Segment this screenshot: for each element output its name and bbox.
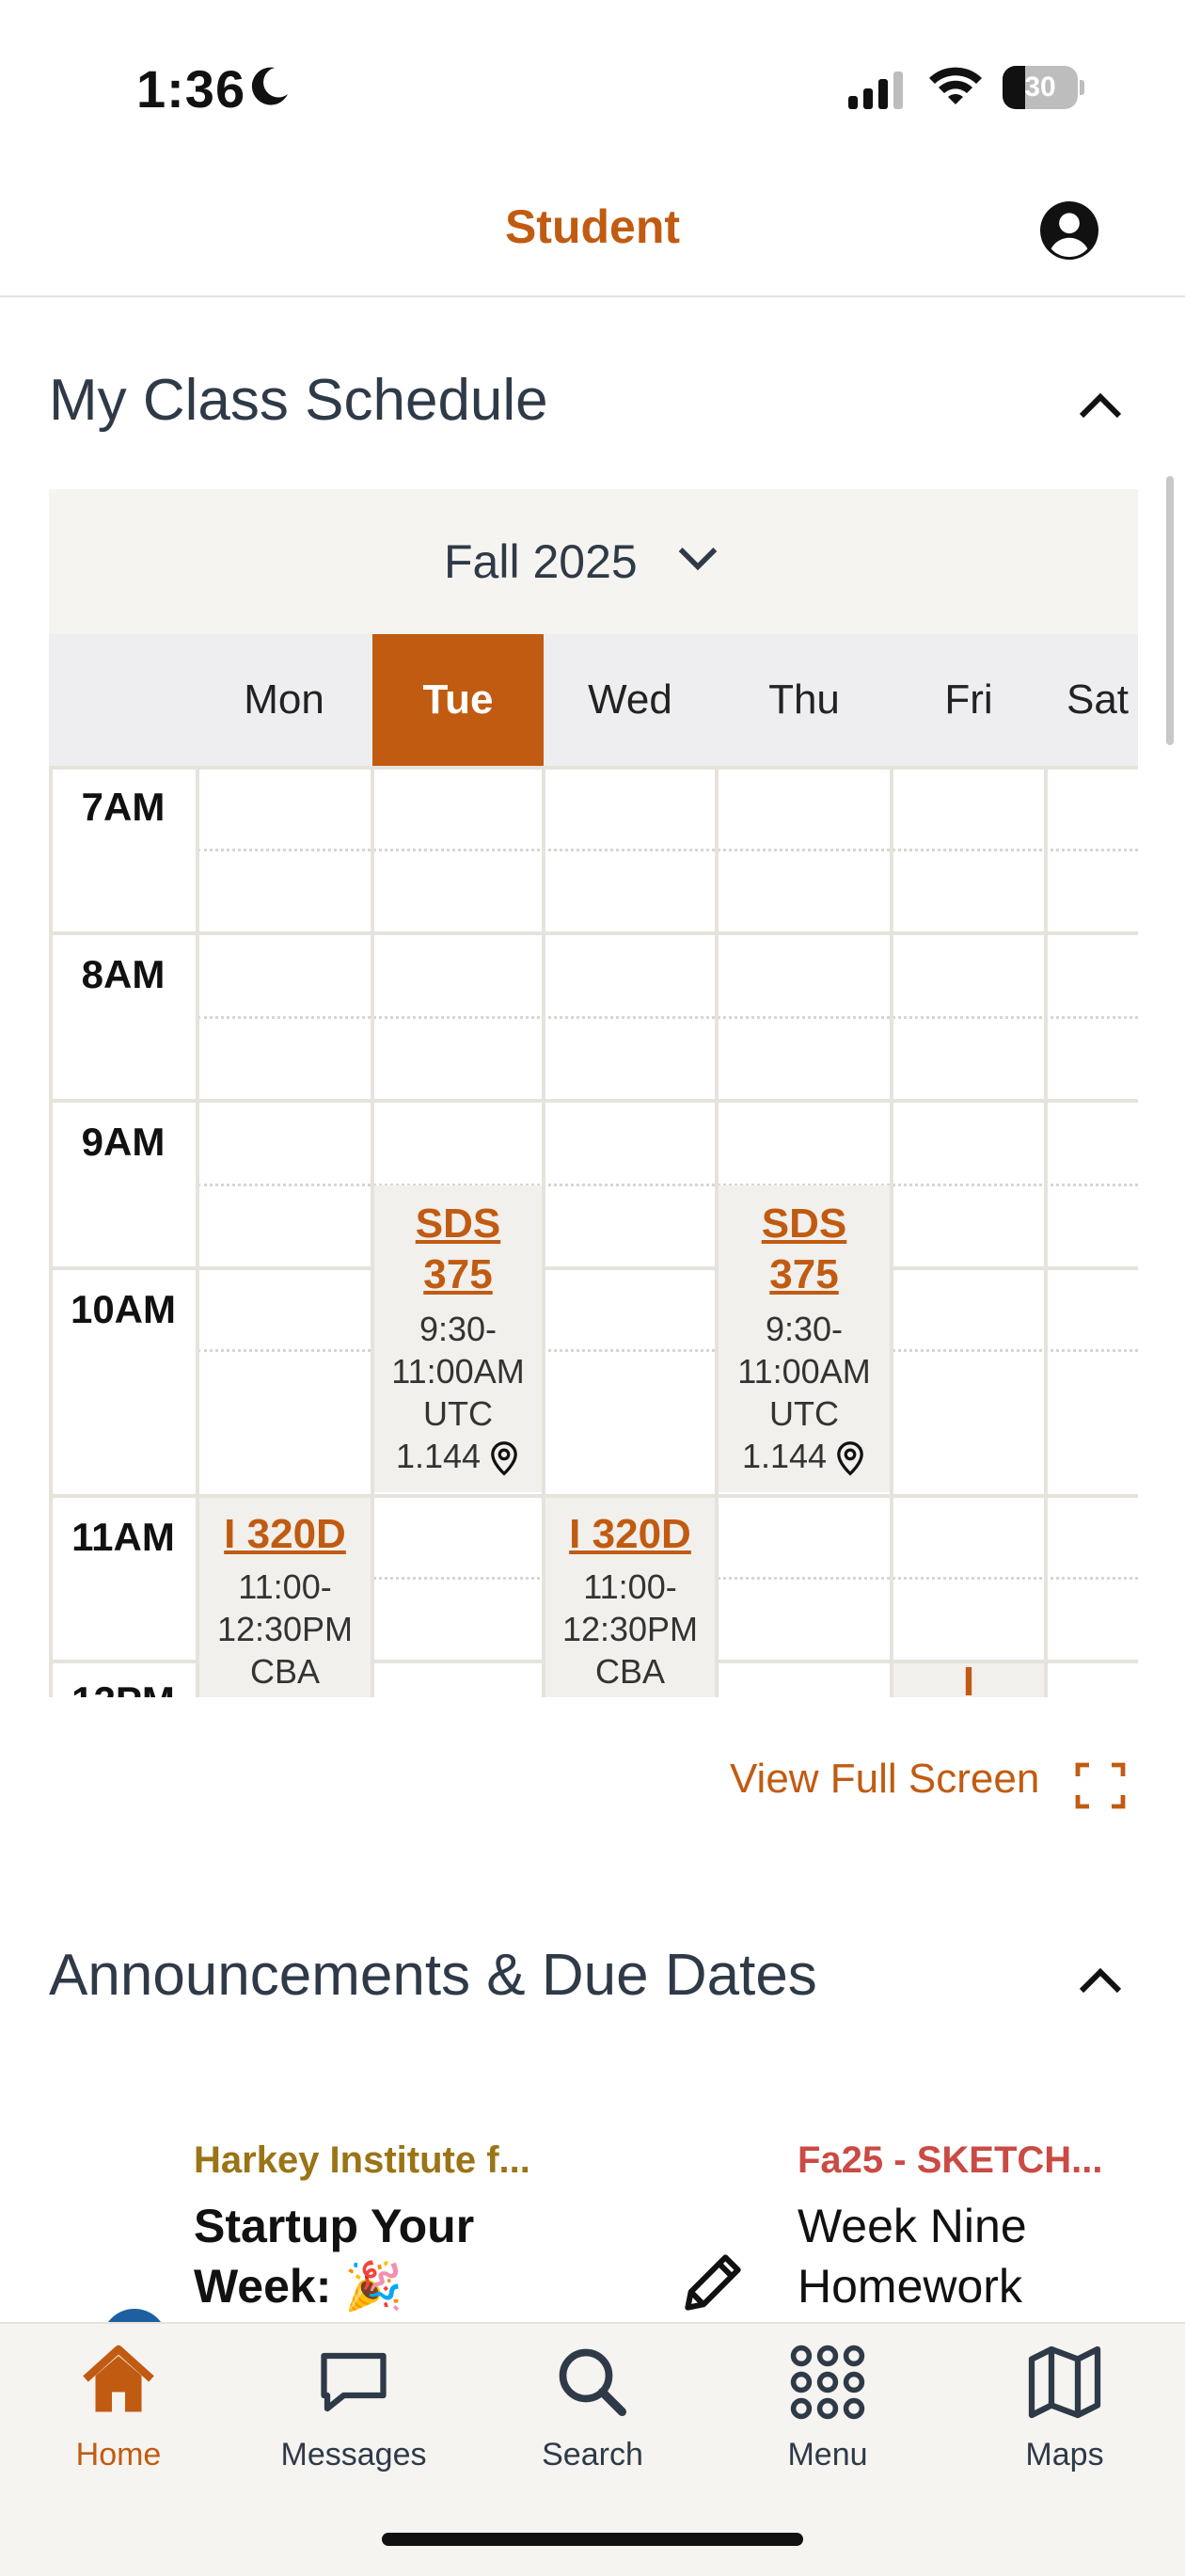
event-title[interactable]: I 320D <box>545 1509 715 1560</box>
hour-label: 7AM <box>81 785 166 829</box>
event-time: 11:00AM <box>737 1352 871 1391</box>
pencil-icon <box>685 2254 741 2311</box>
event-room-number: 1.144 <box>395 1437 482 1475</box>
moon-icon <box>251 67 288 105</box>
event-room-number: 1.144 <box>741 1437 828 1475</box>
class-event-sds375-thu[interactable]: SDS 375 9:30- 11:00AM UTC 1.144 <box>719 1185 890 1492</box>
view-full-screen-link[interactable]: View Full Screen <box>730 1756 1039 1803</box>
event-room: 1.144 <box>374 1435 542 1477</box>
term-label: Fall 2025 <box>444 535 638 588</box>
nav-menu[interactable]: Menu <box>734 2343 922 2473</box>
messages-icon <box>321 2352 387 2412</box>
schedule-scrollbar[interactable] <box>1166 476 1174 745</box>
event-building: CBA <box>249 1652 321 1691</box>
schedule-section-title: My Class Schedule <box>49 368 548 433</box>
battery-icon: 30 <box>1003 66 1084 109</box>
event-building: CBA <box>594 1652 666 1691</box>
app-header: Student <box>0 169 1185 297</box>
location-pin-icon[interactable] <box>488 1440 520 1476</box>
map-icon <box>1028 2345 1101 2419</box>
weekday-header: Mon Tue Wed Thu Fri Sat <box>49 634 1138 766</box>
page-title: Student <box>504 200 681 253</box>
announcement-title[interactable]: Startup Your Week: 🎉 <box>194 2196 589 2316</box>
assignment-title[interactable]: Week Nine Homework <box>798 2196 1174 2316</box>
event-time: 12:30PM <box>561 1610 699 1648</box>
event-title[interactable]: SDS <box>374 1199 542 1249</box>
hour-label: 10AM <box>70 1287 177 1331</box>
event-time: 9:30- <box>765 1310 844 1348</box>
event-title[interactable]: SDS <box>719 1199 890 1249</box>
day-tue[interactable]: Tue <box>372 634 544 766</box>
event-title[interactable]: I 320D <box>199 1509 371 1560</box>
home-icon <box>83 2345 154 2412</box>
class-event-i320d-mon[interactable]: I 320D 11:00- 12:30PM CBA <box>199 1498 371 1697</box>
hour-label: 9AM <box>81 1120 166 1164</box>
wifi-icon <box>929 67 982 104</box>
day-mon[interactable]: Mon <box>198 634 371 766</box>
class-event-sds375-tue[interactable]: SDS 375 9:30- 11:00AM UTC 1.144 <box>374 1185 542 1492</box>
event-title[interactable]: 375 <box>374 1249 542 1300</box>
term-selector[interactable]: Fall 2025 <box>49 489 1138 634</box>
profile-icon[interactable] <box>1040 201 1098 260</box>
nav-label: Messages <box>280 2437 427 2473</box>
day-thu[interactable]: Thu <box>717 634 892 766</box>
event-room: 1.144 <box>719 1435 890 1477</box>
nav-label: Menu <box>787 2437 868 2473</box>
hour-label: 12PM <box>49 1678 198 1697</box>
status-bar: 1:36 30 <box>0 0 1185 169</box>
chevron-down-icon <box>678 548 718 571</box>
location-pin-icon[interactable] <box>834 1440 866 1476</box>
announcements-section-title: Announcements & Due Dates <box>49 1943 817 2008</box>
nav-label: Maps <box>1025 2437 1104 2473</box>
home-indicator[interactable] <box>382 2533 803 2546</box>
event-time: 12:30PM <box>216 1610 354 1648</box>
announcement-org[interactable]: Harkey Institute f... <box>194 2139 530 2182</box>
event-title[interactable]: 375 <box>719 1249 890 1300</box>
nav-home[interactable]: Home <box>24 2343 213 2473</box>
search-icon <box>559 2348 627 2417</box>
collapse-announcements-chevron-up-icon[interactable] <box>1078 1964 1123 1995</box>
event-time: 11:00- <box>238 1567 332 1606</box>
class-event-i320d-wed[interactable]: I 320D 11:00- 12:30PM CBA <box>545 1498 715 1697</box>
day-sat[interactable]: Sat <box>1046 634 1138 766</box>
hour-label: 8AM <box>81 952 166 996</box>
nav-search[interactable]: Search <box>498 2343 687 2473</box>
event-building: UTC <box>423 1394 493 1433</box>
signal-icon <box>848 72 903 109</box>
nav-label: Home <box>75 2437 162 2473</box>
assignment-course[interactable]: Fa25 - SKETCH... <box>798 2139 1103 2182</box>
event-time: 11:00AM <box>391 1352 525 1391</box>
menu-grid-icon <box>790 2345 865 2420</box>
nav-label: Search <box>542 2437 643 2473</box>
hour-label: 11AM <box>71 1515 175 1559</box>
schedule-grid: 7AM 8AM 9AM 10AM 11AM 12PM SDS 375 9:30-… <box>49 766 1138 1697</box>
nav-maps[interactable]: Maps <box>971 2343 1159 2473</box>
nav-messages[interactable]: Messages <box>260 2343 448 2473</box>
day-fri[interactable]: Fri <box>892 634 1046 766</box>
class-schedule: Fall 2025 Mon Tue Wed Thu Fri Sat 7AM 8A… <box>49 489 1138 1697</box>
day-wed[interactable]: Wed <box>544 634 717 766</box>
fullscreen-icon[interactable] <box>1074 1761 1127 1810</box>
battery-level: 30 <box>1024 72 1056 103</box>
status-time: 1:36 <box>136 59 246 119</box>
class-event-fri[interactable]: I <box>893 1663 1044 1697</box>
event-time: 11:00- <box>583 1567 677 1606</box>
event-time: 9:30- <box>419 1310 498 1348</box>
event-building: UTC <box>769 1394 839 1433</box>
event-title[interactable]: I <box>893 1663 1044 1697</box>
collapse-schedule-chevron-up-icon[interactable] <box>1078 390 1123 420</box>
